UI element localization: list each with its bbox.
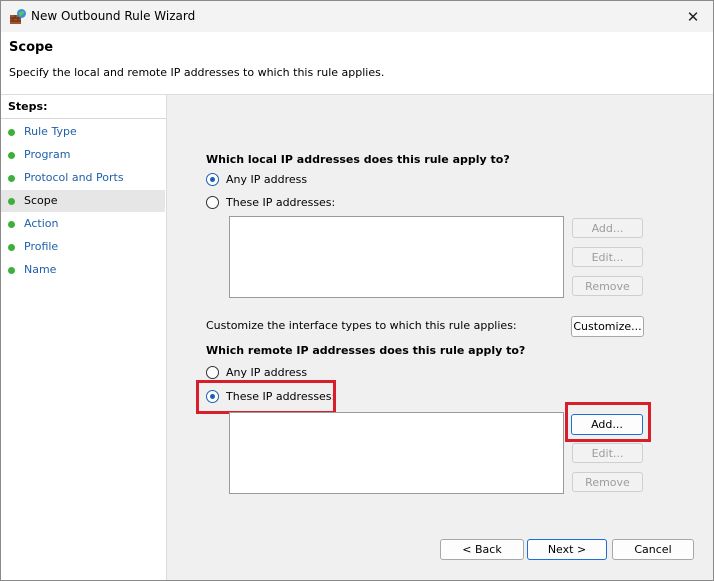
step-label: Scope xyxy=(24,194,58,207)
local-remove-button[interactable]: Remove xyxy=(572,276,643,296)
step-label: Name xyxy=(24,263,57,276)
step-status-icon xyxy=(8,152,15,159)
local-any-ip-option[interactable]: Any IP address xyxy=(206,170,307,188)
step-program[interactable]: Program xyxy=(1,144,165,166)
step-status-icon xyxy=(8,175,15,182)
page-header: Scope Specify the local and remote IP ad… xyxy=(1,32,713,95)
step-label: Action xyxy=(24,217,59,230)
local-any-ip-label: Any IP address xyxy=(226,172,308,186)
step-name[interactable]: Name xyxy=(1,259,165,281)
local-these-ip-label: These IP addresses: xyxy=(226,195,336,209)
back-button[interactable]: < Back xyxy=(440,539,524,560)
step-status-icon xyxy=(8,244,15,251)
local-add-button[interactable]: Add... xyxy=(572,218,643,238)
close-button[interactable]: ✕ xyxy=(683,7,703,27)
step-label: Rule Type xyxy=(24,125,77,138)
remote-remove-button[interactable]: Remove xyxy=(572,472,643,492)
remote-edit-button[interactable]: Edit... xyxy=(572,443,643,463)
remote-any-ip-radio[interactable] xyxy=(206,365,219,379)
next-button[interactable]: Next > xyxy=(527,539,607,560)
interface-types-text: Customize the interface types to which t… xyxy=(206,319,517,332)
page-description: Specify the local and remote IP addresse… xyxy=(9,66,385,79)
step-label: Profile xyxy=(24,240,59,253)
remote-these-ip-label: These IP addresses: xyxy=(226,389,336,403)
remote-these-ip-radio[interactable] xyxy=(206,389,219,403)
cancel-button[interactable]: Cancel xyxy=(612,539,694,560)
remote-these-ip-option[interactable]: These IP addresses: xyxy=(206,387,335,405)
local-ip-question: Which local IP addresses does this rule … xyxy=(206,153,510,166)
steps-title: Steps: xyxy=(8,100,48,113)
step-status-icon xyxy=(8,267,15,274)
remote-add-button[interactable]: Add... xyxy=(571,414,643,435)
customize-button[interactable]: Customize... xyxy=(571,316,644,337)
remote-ip-question: Which remote IP addresses does this rule… xyxy=(206,344,526,357)
remote-any-ip-label: Any IP address xyxy=(226,365,308,379)
steps-divider xyxy=(1,118,166,119)
local-these-ip-radio[interactable] xyxy=(206,195,219,209)
step-label: Program xyxy=(24,148,71,161)
back-button-label: < Back xyxy=(462,543,502,556)
wizard-window: New Outbound Rule Wizard ✕ Scope Specify… xyxy=(0,0,714,581)
step-scope[interactable]: Scope xyxy=(1,190,165,212)
close-icon: ✕ xyxy=(686,8,700,26)
steps-panel: Steps: Rule Type Program Protocol and Po… xyxy=(1,95,167,580)
step-rule-type[interactable]: Rule Type xyxy=(1,121,165,143)
title-bar: New Outbound Rule Wizard ✕ xyxy=(1,1,713,32)
local-ip-list[interactable] xyxy=(229,216,564,298)
step-status-icon xyxy=(8,198,15,205)
local-any-ip-radio[interactable] xyxy=(206,172,219,186)
step-action[interactable]: Action xyxy=(1,213,165,235)
step-status-icon xyxy=(8,129,15,136)
content-panel: Which local IP addresses does this rule … xyxy=(167,95,713,580)
remote-any-ip-option[interactable]: Any IP address xyxy=(206,363,307,381)
local-these-ip-option[interactable]: These IP addresses: xyxy=(206,193,335,211)
firewall-icon xyxy=(10,9,26,24)
step-protocol-and-ports[interactable]: Protocol and Ports xyxy=(1,167,165,189)
remote-ip-list[interactable] xyxy=(229,412,564,494)
step-status-icon xyxy=(8,221,15,228)
local-edit-button[interactable]: Edit... xyxy=(572,247,643,267)
step-label: Protocol and Ports xyxy=(24,171,124,184)
step-profile[interactable]: Profile xyxy=(1,236,165,258)
page-title: Scope xyxy=(9,40,54,55)
window-title: New Outbound Rule Wizard xyxy=(31,9,196,23)
next-button-label: Next > xyxy=(547,543,587,556)
cancel-button-label: Cancel xyxy=(634,543,672,556)
